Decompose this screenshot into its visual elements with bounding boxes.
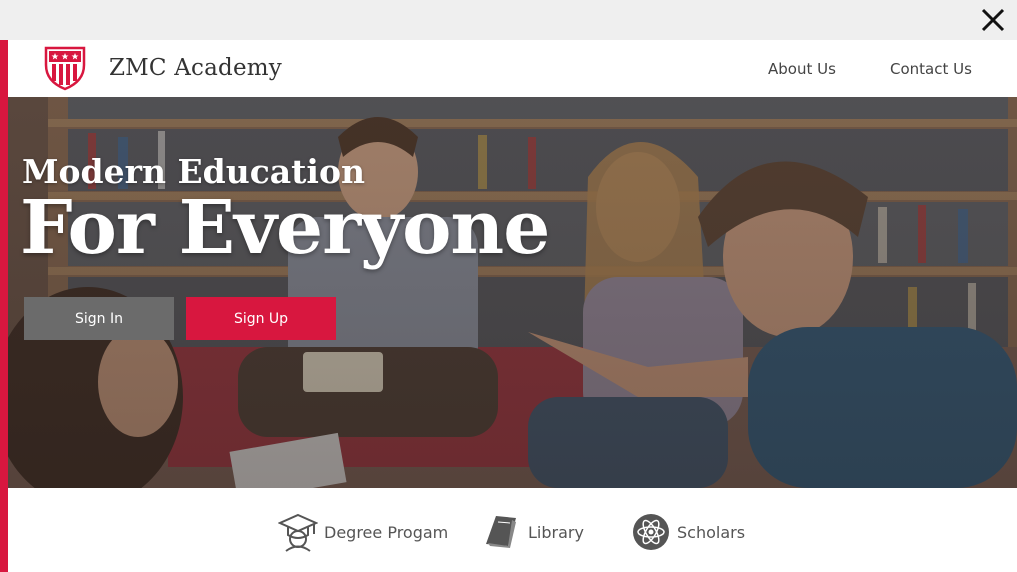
feature-library[interactable]: Library <box>482 512 584 552</box>
graduate-icon <box>278 513 318 552</box>
feature-scholars-label: Scholars <box>677 522 746 542</box>
feature-links: Degree Progam Library Scholars <box>8 488 1017 572</box>
brand-name[interactable]: ZMC Academy <box>109 55 282 81</box>
sign-in-button[interactable]: Sign In <box>24 297 174 340</box>
feature-library-label: Library <box>528 522 584 542</box>
hero-banner: Modern Education For Everyone Sign In Si… <box>8 97 1017 488</box>
shield-crest-icon[interactable] <box>43 45 87 91</box>
feature-scholars[interactable]: Scholars <box>631 512 745 552</box>
left-accent-bar <box>0 40 8 572</box>
site-header: ZMC Academy About Us Contact Us <box>8 40 1017 97</box>
window-top-bar <box>0 0 1017 40</box>
feature-degree-program[interactable]: Degree Progam <box>278 512 448 552</box>
book-icon <box>486 516 516 548</box>
feature-degree-label: Degree Progam <box>324 522 449 542</box>
sign-up-button[interactable]: Sign Up <box>186 297 336 340</box>
close-icon[interactable] <box>979 6 1007 34</box>
nav-about-us[interactable]: About Us <box>768 60 836 78</box>
nav-contact-us[interactable]: Contact Us <box>890 60 972 78</box>
atom-icon <box>633 514 669 550</box>
hero-title: For Everyone <box>20 185 550 271</box>
